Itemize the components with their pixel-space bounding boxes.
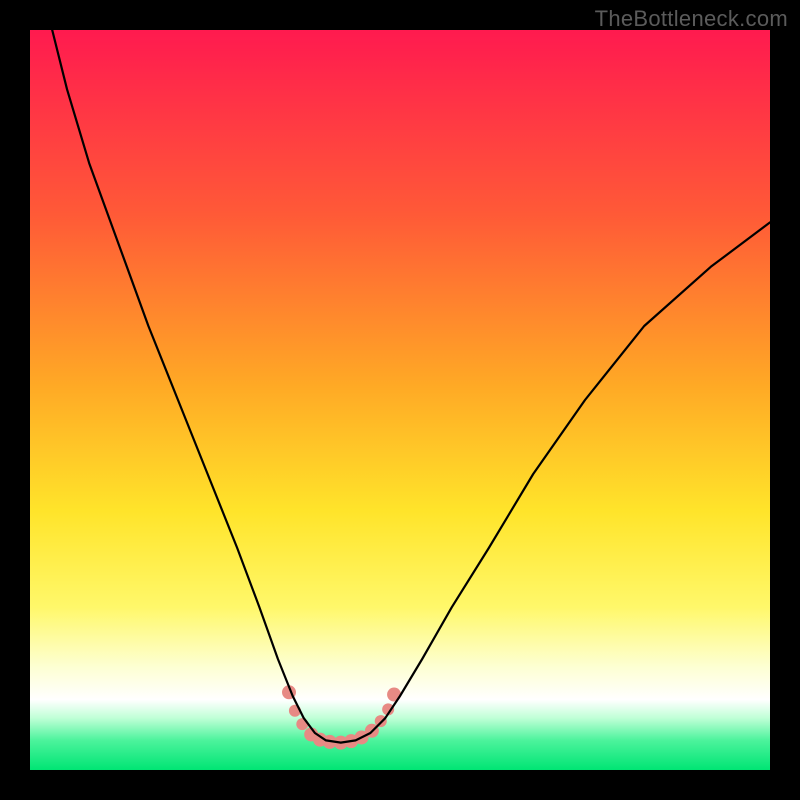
gradient-background [30,30,770,770]
plot-area [30,30,770,770]
chart-frame: TheBottleneck.com [0,0,800,800]
marker-dot [296,718,308,730]
chart-svg [30,30,770,770]
watermark-text: TheBottleneck.com [595,6,788,32]
